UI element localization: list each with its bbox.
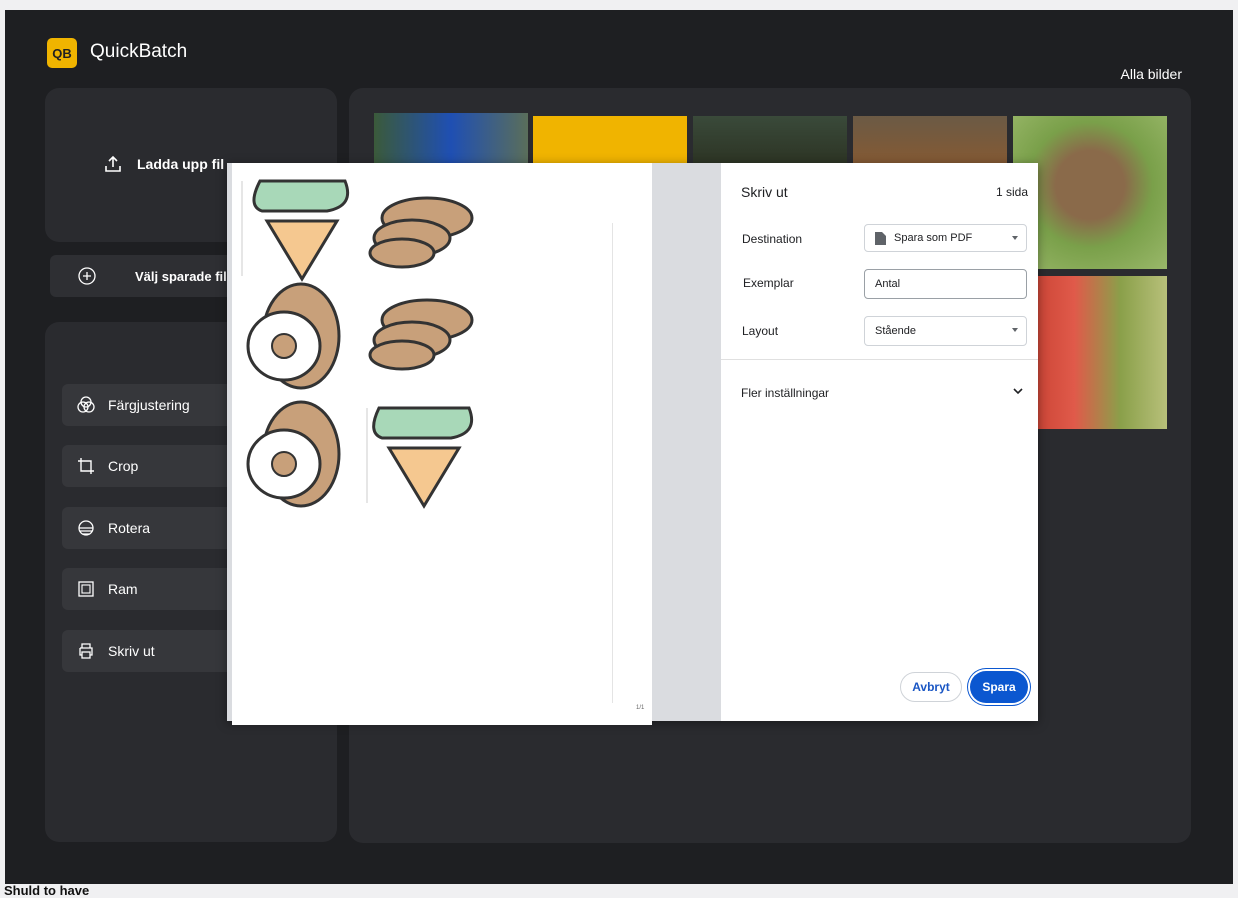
copies-input[interactable]: Antal [864, 269, 1027, 299]
print-preview: 1/1 [227, 163, 721, 725]
chevron-down-icon[interactable] [1012, 385, 1024, 397]
chevron-down-icon [1012, 328, 1018, 332]
tool-label: Färgjustering [108, 397, 190, 413]
print-dialog: 1/1 Skriv ut 1 sida Destination Spara so… [227, 163, 1038, 725]
copies-placeholder: Antal [875, 278, 901, 290]
tool-label: Crop [108, 458, 139, 474]
destination-label: Destination [742, 232, 803, 246]
upload-label: Ladda upp fil [137, 156, 225, 172]
horizon-icon [76, 518, 96, 538]
dialog-title: Skriv ut [741, 184, 788, 200]
preview-page: 1/1 [232, 163, 652, 725]
tool-label: Skriv ut [108, 643, 155, 659]
page-number: 1/1 [636, 705, 645, 711]
print-settings: Skriv ut 1 sida Destination Spara som PD… [721, 163, 1038, 721]
save-button[interactable]: Spara [970, 671, 1028, 703]
upload-icon [103, 154, 123, 174]
printer-icon [76, 641, 96, 661]
color-wheel-icon [76, 395, 96, 415]
plus-circle-icon [78, 267, 96, 285]
document-icon [875, 231, 886, 245]
layout-value: Stående [875, 325, 916, 337]
view-all-link[interactable]: Alla bilder [1121, 66, 1182, 82]
crop-icon [76, 456, 96, 476]
frame-icon [76, 579, 96, 599]
app-brand: QuickBatch [90, 41, 188, 62]
destination-value: Spara som PDF [894, 232, 973, 244]
footer-note: Shuld to have [4, 883, 90, 898]
tool-label: Rotera [108, 520, 151, 536]
cancel-button[interactable]: Avbryt [900, 672, 962, 702]
page-count: 1 sida [995, 185, 1028, 199]
layout-select[interactable]: Stående [864, 316, 1027, 346]
tool-label: Ram [108, 581, 138, 597]
layout-label: Layout [742, 324, 779, 338]
destination-select[interactable]: Spara som PDF [864, 224, 1027, 252]
saved-files-label: Välj sparade fil [135, 269, 227, 284]
more-settings-toggle[interactable]: Fler inställningar [741, 386, 829, 400]
app-logo: QB [47, 38, 77, 68]
preview-illustrations [241, 179, 474, 509]
copies-label: Exemplar [743, 276, 794, 290]
chevron-down-icon [1012, 236, 1018, 240]
